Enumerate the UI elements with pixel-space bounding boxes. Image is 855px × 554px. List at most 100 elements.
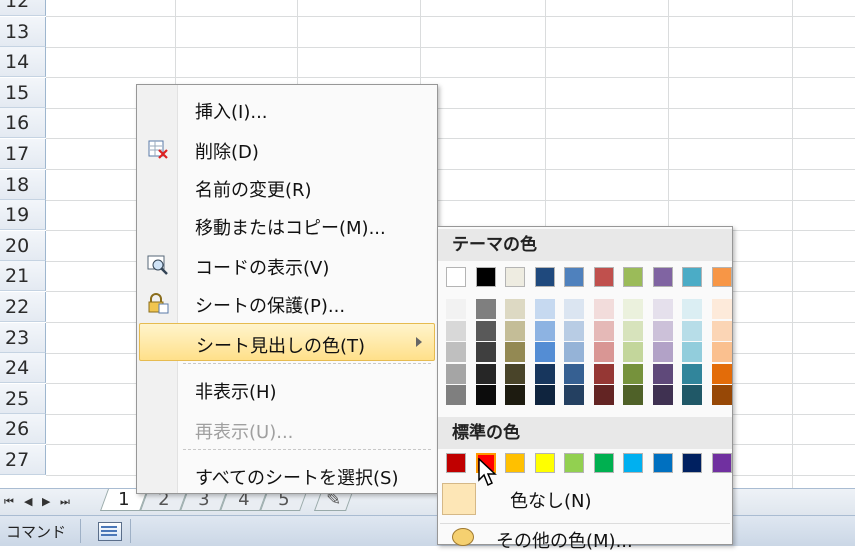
standard-color-swatch[interactable] [564,453,584,473]
theme-shade-swatch[interactable] [564,299,584,319]
standard-color-swatch[interactable] [593,453,614,473]
next-sheet-nav-icon[interactable]: ▶ [42,495,50,508]
theme-shade-swatch[interactable] [564,320,584,341]
theme-shade-swatch[interactable] [446,320,466,341]
more-colors-item[interactable]: その他の色(M)... [440,523,730,554]
standard-color-swatch[interactable] [446,453,466,473]
prev-sheet-nav-icon[interactable]: ◀ [24,495,32,508]
macro-record-icon[interactable] [98,522,122,541]
standard-color-swatch[interactable] [652,453,673,473]
context-menu-item[interactable]: 名前の変更(R) [139,168,435,206]
theme-color-swatch[interactable] [505,267,525,287]
standard-color-swatch[interactable] [682,453,702,473]
theme-shade-swatch[interactable] [505,385,525,405]
context-menu-item[interactable]: シートの保護(P)... [139,284,435,322]
theme-shade-swatch[interactable] [711,299,732,319]
theme-color-swatch[interactable] [446,267,466,287]
theme-shade-swatch[interactable] [564,385,584,405]
row-header[interactable]: 16 [0,108,46,139]
context-menu-item[interactable]: 非表示(H) [139,370,435,408]
theme-shade-swatch[interactable] [475,363,496,384]
theme-color-swatch[interactable] [593,267,614,287]
theme-shade-swatch[interactable] [623,385,643,405]
row-header[interactable]: 24 [0,353,46,384]
theme-shade-swatch[interactable] [682,320,702,341]
theme-shade-swatch[interactable] [711,342,732,362]
row-header[interactable]: 17 [0,139,46,169]
theme-shade-swatch[interactable] [623,363,643,384]
row-header[interactable]: 26 [0,414,46,445]
theme-shade-swatch[interactable] [475,299,496,319]
row-header[interactable]: 25 [0,383,46,414]
last-sheet-nav-icon[interactable]: ⏭ [60,495,70,509]
theme-color-swatch[interactable] [711,267,732,287]
theme-color-swatch[interactable] [475,267,496,287]
theme-shade-swatch[interactable] [505,363,525,384]
theme-shade-swatch[interactable] [534,363,555,384]
theme-shade-swatch[interactable] [682,385,702,405]
theme-shade-swatch[interactable] [446,363,466,384]
standard-color-swatch[interactable] [711,453,732,473]
theme-color-swatch[interactable] [652,267,673,287]
theme-shade-swatch[interactable] [652,363,673,384]
theme-shade-swatch[interactable] [711,320,732,341]
row-header[interactable]: 23 [0,322,46,353]
theme-shade-swatch[interactable] [623,299,643,319]
first-sheet-nav-icon[interactable]: ⏮ [4,495,14,509]
theme-shade-swatch[interactable] [446,342,466,362]
row-header[interactable]: 21 [0,261,46,292]
theme-shade-swatch[interactable] [593,299,614,319]
theme-shade-swatch[interactable] [446,299,466,319]
theme-shade-swatch[interactable] [534,342,555,362]
theme-shade-swatch[interactable] [652,320,673,341]
theme-shade-swatch[interactable] [534,385,555,405]
theme-shade-swatch[interactable] [564,342,584,362]
theme-shade-swatch[interactable] [534,299,555,319]
theme-shade-swatch[interactable] [534,320,555,341]
context-menu-item[interactable]: 挿入(I)... [139,90,435,128]
theme-shade-swatch[interactable] [505,320,525,341]
context-menu-item[interactable]: 移動またはコピー(M)... [139,206,435,244]
row-header[interactable]: 13 [0,16,46,47]
row-header[interactable]: 20 [0,230,46,261]
row-header[interactable]: 18 [0,169,46,200]
context-menu-item[interactable]: すべてのシートを選択(S) [139,456,435,494]
theme-shade-swatch[interactable] [623,320,643,341]
theme-shade-swatch[interactable] [446,385,466,405]
theme-shade-swatch[interactable] [593,363,614,384]
row-header[interactable]: 14 [0,47,46,78]
standard-color-swatch[interactable] [534,453,555,473]
theme-shade-swatch[interactable] [475,342,496,362]
theme-shade-swatch[interactable] [623,342,643,362]
standard-color-swatch[interactable] [505,453,525,473]
context-menu-item[interactable]: 削除(D) [139,130,435,168]
theme-shade-swatch[interactable] [564,363,584,384]
theme-shade-swatch[interactable] [682,363,702,384]
theme-color-swatch[interactable] [564,267,584,287]
theme-shade-swatch[interactable] [475,385,496,405]
context-menu-item[interactable]: コードの表示(V) [139,246,435,284]
row-header[interactable]: 27 [0,445,46,475]
theme-color-swatch[interactable] [682,267,702,287]
theme-shade-swatch[interactable] [682,299,702,319]
standard-color-swatch[interactable] [623,453,643,473]
theme-shade-swatch[interactable] [682,342,702,362]
theme-shade-swatch[interactable] [475,320,496,341]
theme-shade-swatch[interactable] [711,385,732,405]
theme-shade-swatch[interactable] [505,299,525,319]
theme-shade-swatch[interactable] [711,363,732,384]
context-menu-item[interactable]: シート見出しの色(T) [139,323,435,361]
theme-shade-swatch[interactable] [652,385,673,405]
theme-shade-swatch[interactable] [593,320,614,341]
theme-color-swatch[interactable] [534,267,555,287]
row-header[interactable]: 15 [0,77,46,108]
theme-shade-swatch[interactable] [652,299,673,319]
theme-shade-swatch[interactable] [652,342,673,362]
row-header[interactable]: 12 [0,0,46,16]
theme-shade-swatch[interactable] [593,342,614,362]
theme-shade-swatch[interactable] [505,342,525,362]
theme-shade-swatch[interactable] [593,385,614,405]
row-header[interactable]: 22 [0,292,46,322]
row-header[interactable]: 19 [0,200,46,231]
theme-color-swatch[interactable] [623,267,643,287]
